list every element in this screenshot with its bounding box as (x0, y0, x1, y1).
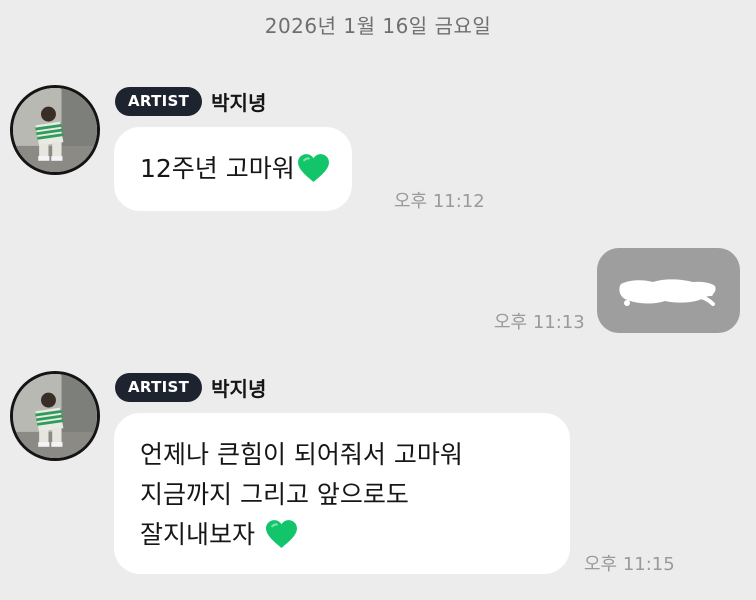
message-line: 지금까지 그리고 앞으로도 (140, 480, 409, 509)
artist-badge: ARTIST (115, 373, 203, 402)
date-divider: 2026년 1월 16일 금요일 (264, 14, 492, 38)
message-text: 12주년 고마워 (140, 154, 295, 183)
sender-name[interactable]: 박지녕 (211, 373, 266, 402)
artist-badge: ARTIST (115, 87, 203, 116)
message-bubble[interactable]: 언제나 큰힘이 되어줘서 고마워 지금까지 그리고 앞으로도 잘지내보자 (114, 413, 570, 574)
my-message-bubble[interactable] (597, 248, 740, 333)
avatar[interactable] (10, 85, 100, 175)
message-time: 오후 11:13 (494, 312, 585, 333)
green-heart-icon (297, 154, 329, 182)
message-text: 잘지내보자 (140, 520, 263, 549)
redacted-text (619, 279, 716, 306)
message-line: 잘지내보자 (140, 515, 544, 555)
avatar-photo (13, 374, 97, 458)
green-heart-icon (265, 520, 297, 548)
message-line: 12주년 고마워 (140, 149, 329, 189)
avatar[interactable] (10, 371, 100, 461)
avatar-photo (13, 88, 97, 172)
sender-row: ARTIST 박지녕 (115, 373, 266, 402)
message-bubble[interactable]: 12주년 고마워 (114, 127, 352, 211)
sender-row: ARTIST 박지녕 (115, 87, 266, 116)
message-time: 오후 11:15 (584, 554, 675, 575)
message-line: 언제나 큰힘이 되어줘서 고마워 (140, 440, 463, 469)
message-time: 오후 11:12 (394, 191, 485, 212)
sender-name[interactable]: 박지녕 (211, 87, 266, 116)
